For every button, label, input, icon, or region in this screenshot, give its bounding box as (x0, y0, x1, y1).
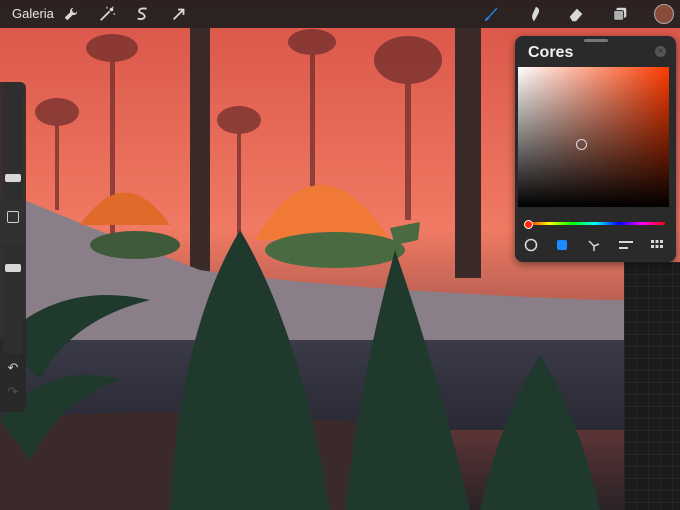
wrench-icon[interactable] (61, 4, 81, 24)
hue-slider-knob[interactable] (524, 220, 533, 229)
redo-icon[interactable]: ↷ (6, 385, 20, 399)
opacity-knob[interactable] (5, 264, 21, 272)
colors-panel: Cores × (515, 36, 676, 262)
panel-grab-handle[interactable] (584, 39, 608, 42)
layers-icon[interactable] (610, 4, 630, 24)
side-toolbar: ↶ ↷ (0, 82, 26, 412)
transform-arrow-icon[interactable] (169, 4, 189, 24)
disc-mode-icon[interactable] (521, 235, 541, 255)
color-picker-knob[interactable] (576, 139, 587, 150)
gallery-button[interactable]: Galeria (12, 6, 54, 21)
magic-wand-icon[interactable] (97, 4, 117, 24)
current-color-swatch[interactable] (654, 4, 674, 24)
brush-icon[interactable] (481, 4, 501, 24)
palettes-mode-icon[interactable] (647, 235, 667, 255)
hue-slider[interactable] (526, 222, 665, 225)
smudge-icon[interactable] (525, 4, 545, 24)
eraser-icon[interactable] (566, 4, 586, 24)
top-toolbar: Galeria (0, 0, 680, 28)
undo-icon[interactable]: ↶ (6, 361, 20, 375)
brush-size-knob[interactable] (5, 174, 21, 182)
colors-panel-title: Cores (528, 44, 574, 61)
classic-mode-icon[interactable] (552, 235, 572, 255)
value-mode-icon[interactable] (616, 235, 636, 255)
modify-button[interactable] (7, 211, 19, 223)
canvas-background-grid (624, 262, 680, 510)
opacity-slider[interactable] (3, 244, 23, 354)
close-icon[interactable]: × (655, 46, 666, 57)
harmony-mode-icon[interactable] (584, 235, 604, 255)
color-disc-square[interactable] (518, 67, 669, 207)
selection-icon[interactable] (133, 4, 153, 24)
color-mode-tabs (515, 235, 676, 255)
brush-size-slider[interactable] (3, 82, 23, 200)
